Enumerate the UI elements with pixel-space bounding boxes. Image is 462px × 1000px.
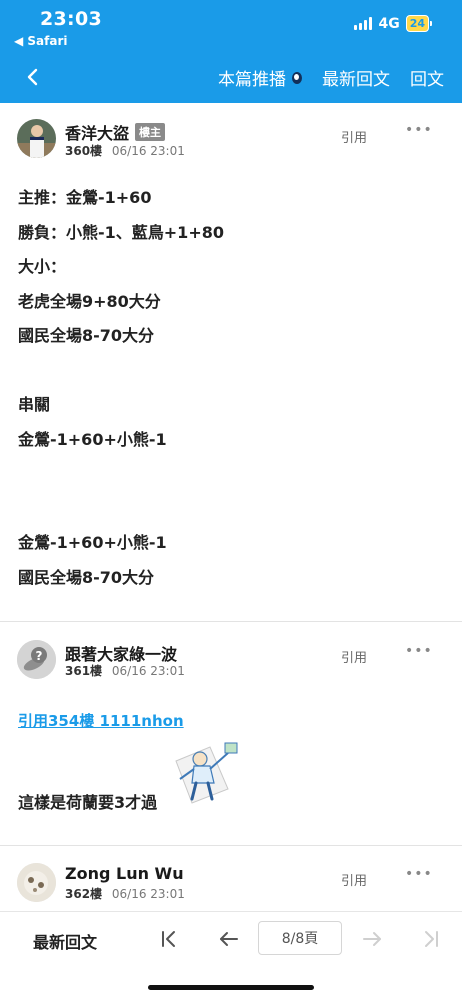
post-meta: 360樓 06/16 23:01 (65, 142, 185, 159)
content-line (18, 354, 224, 389)
nav-push-label: 本篇推播 (218, 70, 286, 90)
avatar[interactable] (17, 863, 56, 902)
avatar[interactable]: ? (17, 640, 56, 679)
content-line: 勝負：小熊-1、藍鳥+1+80 (18, 222, 224, 242)
svg-text:?: ? (36, 649, 43, 663)
nav-latest-button[interactable]: 最新回文 (322, 65, 390, 90)
nav-reply-button[interactable]: 回文 (410, 65, 444, 90)
network-label: 4G (378, 15, 400, 32)
post-author[interactable]: Zong Lun Wu (65, 864, 184, 883)
content-line: 金鶯-1+60+小熊-1 (18, 533, 167, 552)
next-page-icon[interactable] (359, 926, 385, 952)
post-time: 06/16 23:01 (111, 144, 185, 158)
post-time: 06/16 23:01 (111, 664, 185, 678)
content-line: 主推：金鶯-1+60 (18, 188, 152, 207)
post-divider (0, 621, 462, 622)
content-line: 金鶯-1+60+小熊-1 (18, 429, 167, 449)
latest-reply-button[interactable]: 最新回文 (33, 929, 97, 953)
floor-number: 360樓 (65, 144, 103, 158)
more-icon[interactable]: ••• (405, 866, 433, 882)
status-indicators: 4G 24 (354, 15, 432, 32)
content-line: 國民全場8-70大分 (18, 326, 155, 345)
nav-push-button[interactable]: 本篇推播 (218, 65, 302, 90)
battery-level: 24 (405, 15, 429, 32)
more-icon[interactable]: ••• (405, 122, 433, 138)
author-name: Zong Lun Wu (65, 864, 184, 883)
post-meta: 362樓 06/16 23:01 (65, 885, 185, 902)
post-divider (0, 845, 462, 846)
status-time: 23:03 (40, 8, 102, 30)
content-line: 串關 (18, 395, 51, 414)
content-line: 大小： (18, 257, 67, 276)
quote-button[interactable]: 引用 (341, 647, 367, 666)
battery-icon: 24 (405, 15, 432, 32)
quote-button[interactable]: 引用 (341, 127, 367, 146)
content-line: 這樣是荷蘭要3才過 (18, 793, 158, 812)
sticker-image (175, 742, 238, 804)
page-selector[interactable]: 8/8頁 (258, 921, 342, 955)
header-nav: 本篇推播 最新回文 回文 (218, 65, 444, 90)
content-line (18, 457, 224, 492)
post-content: 這樣是荷蘭要3才過 (18, 786, 157, 821)
content-line: 老虎全場9+80大分 (18, 291, 161, 311)
nav-latest-label: 最新回文 (322, 70, 390, 90)
author-name: 香洋大盜 (65, 124, 130, 143)
content-line (18, 492, 224, 527)
post-author[interactable]: 香洋大盜 樓主 (65, 120, 166, 144)
quote-button[interactable]: 引用 (341, 870, 367, 889)
floor-number: 361樓 (65, 664, 103, 678)
first-page-icon[interactable] (156, 926, 182, 952)
home-indicator (148, 985, 314, 990)
post-content: 主推：金鶯-1+60 勝負：小熊-1、藍鳥+1+80 大小： 老虎全場9+80大… (18, 181, 224, 595)
last-page-icon[interactable] (418, 926, 444, 952)
safari-back-link[interactable]: ◀ Safari (14, 34, 68, 48)
post-meta: 361樓 06/16 23:01 (65, 662, 185, 679)
avatar[interactable] (17, 119, 56, 158)
signal-icon (354, 17, 373, 30)
app-header: 23:03 ◀ Safari 4G 24 本篇推播 最新回文 回文 (0, 0, 462, 103)
quoted-post-link[interactable]: 引用354樓 1111nhon (18, 710, 184, 731)
post-time: 06/16 23:01 (111, 887, 185, 901)
content-line: 國民全場8-70大分 (18, 567, 155, 587)
live-dot-icon (292, 71, 302, 85)
back-chevron-icon[interactable] (22, 65, 46, 89)
floor-number: 362樓 (65, 887, 103, 901)
op-badge: 樓主 (135, 123, 166, 141)
prev-page-icon[interactable] (216, 926, 242, 952)
nav-reply-label: 回文 (410, 70, 444, 90)
more-icon[interactable]: ••• (405, 643, 433, 659)
